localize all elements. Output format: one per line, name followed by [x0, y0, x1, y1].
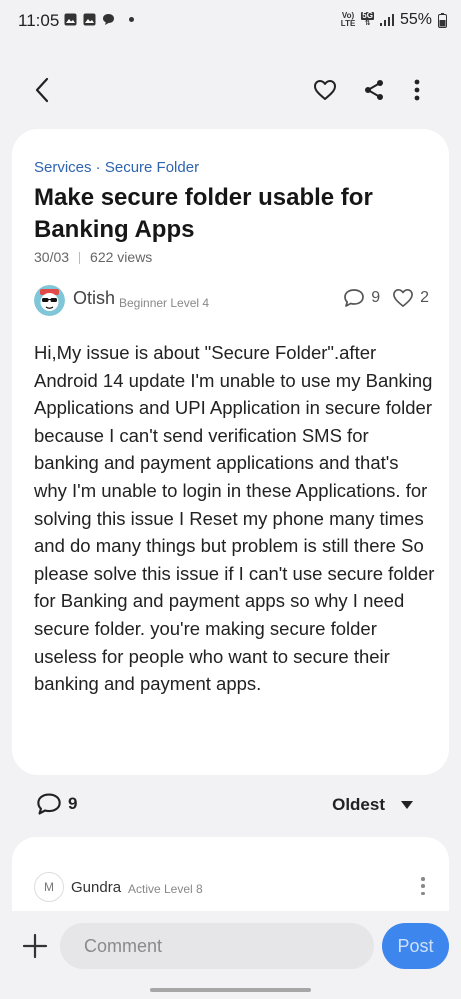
post-card: Services · Secure Folder Make secure fol…: [12, 129, 449, 775]
caret-down-icon: [401, 801, 413, 809]
status-bar: 11:05 Vo) LTE 5G ⇅ 55%: [0, 0, 461, 42]
top-navigation: [0, 66, 461, 116]
notification-icons: [64, 13, 134, 26]
post-title: Make secure folder usable for Banking Ap…: [34, 184, 373, 243]
volte-icon: Vo) LTE: [340, 11, 356, 28]
sort-label: Oldest: [332, 795, 385, 814]
comments-header: 9 Oldest: [0, 790, 461, 824]
avatar[interactable]: [34, 285, 65, 316]
back-button[interactable]: [22, 66, 62, 114]
post-meta: 30/03 622 views: [34, 249, 152, 265]
home-indicator[interactable]: [150, 988, 311, 992]
5g-icon: 5G ⇅: [361, 11, 374, 27]
comment-more-button[interactable]: [419, 877, 427, 895]
comment-bubble-icon: [37, 793, 61, 815]
post-like-count: 2: [420, 289, 429, 306]
comments-count: 9: [36, 792, 77, 816]
chat-icon: [103, 14, 114, 25]
post-date: 30/03: [34, 249, 70, 265]
commenter-name[interactable]: Gundra: [71, 879, 121, 896]
author-level: Beginner Level 4: [119, 296, 210, 310]
post-views: 622 views: [90, 249, 153, 265]
more-options-button[interactable]: [397, 66, 437, 114]
plus-icon[interactable]: [22, 933, 48, 959]
like-post-button[interactable]: [305, 66, 345, 114]
battery-percent: 55%: [399, 11, 432, 28]
comment-input[interactable]: [60, 923, 374, 969]
battery-icon: [438, 12, 447, 28]
avatar[interactable]: M: [34, 872, 64, 902]
post-button[interactable]: Post: [382, 923, 449, 969]
chevron-left-icon: [35, 77, 49, 103]
comment-bubble-icon: [344, 289, 365, 307]
commenter-level: Active Level 8: [128, 882, 203, 896]
meta-divider: [79, 252, 81, 265]
signal-icon: [379, 14, 394, 26]
post-body: Hi,My issue is about "Secure Folder".aft…: [34, 342, 435, 695]
comments-count-label: 9: [68, 794, 78, 813]
comment-card: M Gundra Active Level 8: [12, 837, 449, 911]
sort-dropdown[interactable]: Oldest: [332, 795, 413, 815]
gallery-icon: [64, 13, 77, 26]
author-name[interactable]: Otish: [73, 288, 115, 309]
gallery-icon: [83, 13, 96, 26]
avatar-cartoon-icon: [34, 285, 65, 316]
status-time: 11:05: [18, 11, 60, 30]
share-button[interactable]: [354, 66, 394, 114]
heart-icon[interactable]: [392, 288, 414, 308]
system-status: Vo) LTE 5G ⇅ 55%: [341, 11, 447, 29]
kebab-icon: [414, 79, 420, 101]
breadcrumb[interactable]: Services · Secure Folder: [34, 159, 199, 176]
post-comment-count: 9: [371, 289, 381, 306]
post-stats: 9 2: [343, 288, 429, 308]
comment-composer: Post: [0, 912, 461, 999]
heart-icon: [314, 80, 336, 100]
author-row: Otish Beginner Level 4 9 2: [34, 285, 429, 317]
share-icon: [365, 80, 383, 100]
more-notifications-dot: [129, 17, 134, 22]
